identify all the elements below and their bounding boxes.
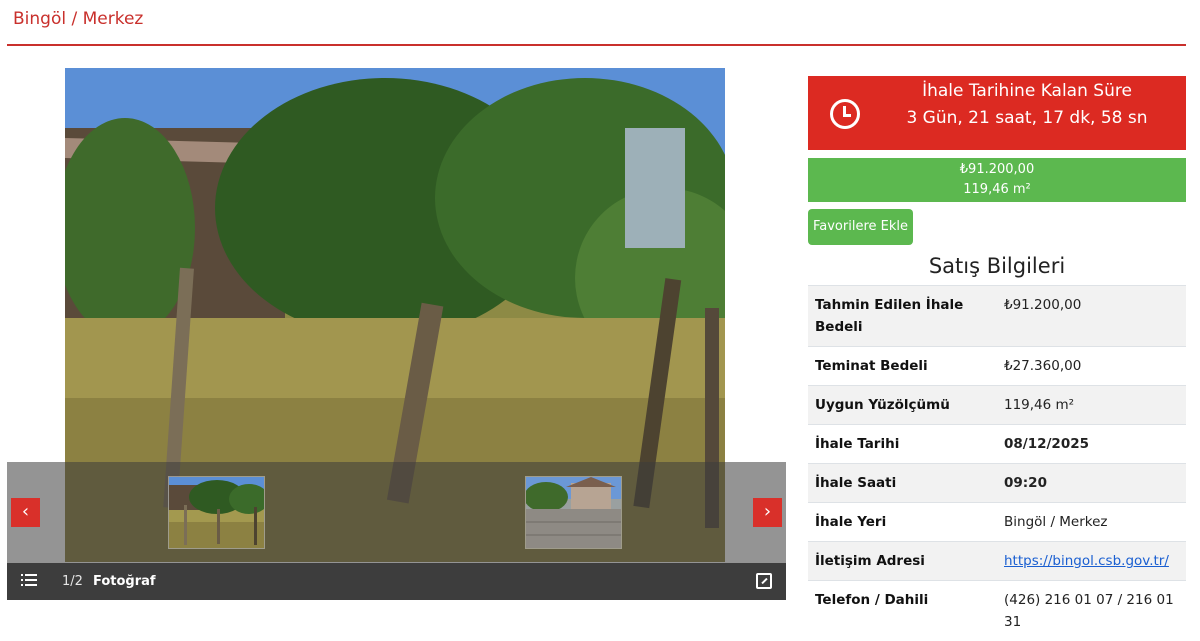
table-row: Uygun Yüzölçümü 119,46 m² bbox=[808, 386, 1186, 425]
row-value: ₺91.200,00 bbox=[997, 286, 1186, 347]
row-value: 08/12/2025 bbox=[997, 425, 1186, 464]
clock-icon bbox=[830, 99, 860, 129]
sales-info-table: Tahmin Edilen İhale Bedeli ₺91.200,00 Te… bbox=[808, 285, 1186, 641]
table-row: Teminat Bedeli ₺27.360,00 bbox=[808, 347, 1186, 386]
row-label: Teminat Bedeli bbox=[808, 347, 997, 386]
row-label: Tahmin Edilen İhale Bedeli bbox=[808, 286, 997, 347]
price-badge: ₺91.200,00 119,46 m² bbox=[808, 158, 1186, 202]
thumbnail-strip: ‹ bbox=[7, 462, 786, 563]
countdown-time: 3 Gün, 21 saat, 17 dk, 58 sn bbox=[868, 108, 1186, 128]
gallery-toolbar: 1/2 Fotoğraf bbox=[7, 563, 786, 600]
table-row: İhale Tarihi 08/12/2025 bbox=[808, 425, 1186, 464]
table-row: İhale Saati 09:20 bbox=[808, 464, 1186, 503]
next-arrow-button[interactable]: › bbox=[753, 498, 782, 527]
table-row: Tahmin Edilen İhale Bedeli ₺91.200,00 bbox=[808, 286, 1186, 347]
contact-link[interactable]: https://bingol.csb.gov.tr/ bbox=[1004, 553, 1169, 569]
row-label: Uygun Yüzölçümü bbox=[808, 386, 997, 425]
row-value: Bingöl / Merkez bbox=[997, 503, 1186, 542]
countdown-panel: İhale Tarihine Kalan Süre 3 Gün, 21 saat… bbox=[808, 76, 1186, 150]
expand-icon[interactable] bbox=[756, 573, 772, 589]
photo-counter: 1/2 bbox=[62, 574, 83, 589]
countdown-title: İhale Tarihine Kalan Süre bbox=[868, 81, 1186, 101]
page-title: Bingöl / Merkez bbox=[13, 9, 143, 29]
add-favorites-button[interactable]: Favorilere Ekle bbox=[808, 209, 913, 245]
table-row: İhale Yeri Bingöl / Merkez bbox=[808, 503, 1186, 542]
price-area: 119,46 m² bbox=[808, 180, 1186, 200]
row-value: 09:20 bbox=[997, 464, 1186, 503]
thumbnail-1[interactable] bbox=[168, 476, 265, 549]
price-amount: ₺91.200,00 bbox=[808, 160, 1186, 180]
table-row: İletişim Adresi https://bingol.csb.gov.t… bbox=[808, 542, 1186, 581]
photo-gallery: ‹ bbox=[7, 68, 786, 600]
row-label: İhale Saati bbox=[808, 464, 997, 503]
prev-arrow-button[interactable]: ‹ bbox=[11, 498, 40, 527]
row-label: İhale Yeri bbox=[808, 503, 997, 542]
thumbnail-2[interactable] bbox=[525, 476, 622, 549]
photo-caption: Fotoğraf bbox=[93, 574, 156, 589]
header-divider bbox=[7, 44, 1186, 46]
row-label: İhale Tarihi bbox=[808, 425, 997, 464]
list-icon[interactable] bbox=[21, 574, 37, 588]
row-value: ₺27.360,00 bbox=[997, 347, 1186, 386]
row-label: İletişim Adresi bbox=[808, 542, 997, 581]
row-value: 119,46 m² bbox=[997, 386, 1186, 425]
sales-info-title: Satış Bilgileri bbox=[808, 254, 1186, 278]
